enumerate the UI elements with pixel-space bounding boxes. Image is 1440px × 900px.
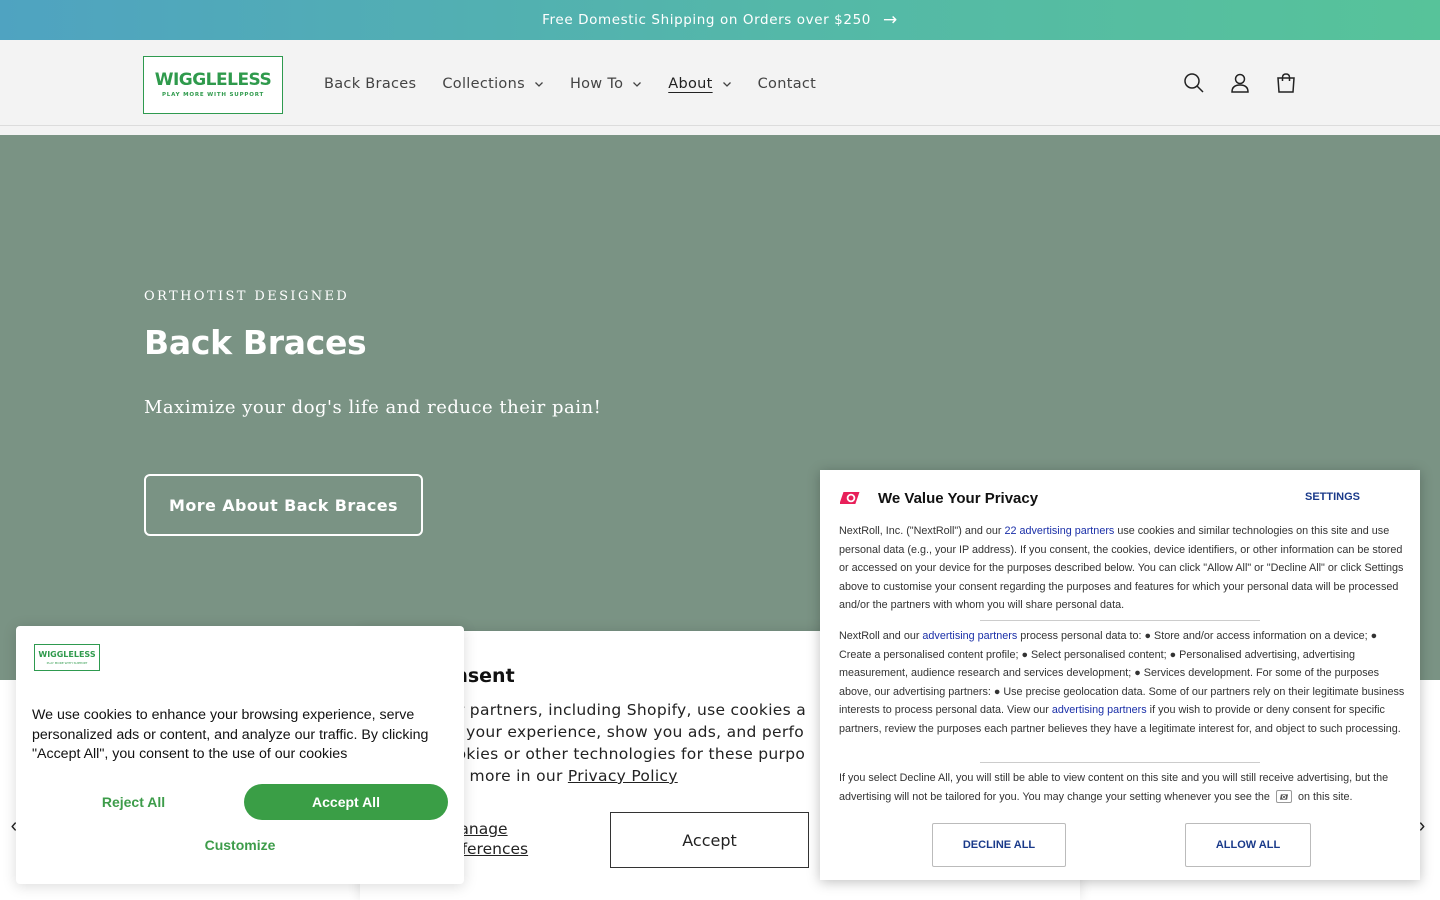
p1-text-b: use cookies and similar technologies on …	[839, 525, 1404, 611]
cookie-popup: WIGGLELESS PLAY MORE WITH SUPPORT We use…	[16, 626, 464, 884]
privacy-paragraph-2: NextRoll and our advertising partners pr…	[839, 627, 1405, 738]
chevron-down-icon	[722, 82, 731, 87]
decline-all-button[interactable]: DECLINE ALL	[932, 823, 1066, 867]
cart-icon[interactable]	[1273, 70, 1299, 96]
nav-label: How To	[569, 76, 624, 92]
site-logo[interactable]: WIGGLELESS PLAY MORE WITH SUPPORT	[143, 56, 283, 114]
nav-label: About	[668, 76, 713, 92]
chevron-down-icon	[633, 82, 642, 87]
divider	[980, 762, 1260, 763]
accept-all-button[interactable]: Accept All	[244, 784, 448, 820]
account-icon[interactable]	[1227, 70, 1253, 96]
reject-all-button[interactable]: Reject All	[32, 784, 235, 820]
consent-line: arn more in our Privacy Policy	[438, 765, 858, 787]
accept-button[interactable]: Accept	[610, 812, 809, 868]
privacy-title: We Value Your Privacy	[878, 490, 1039, 507]
nav-item-how-to[interactable]: How To	[557, 72, 655, 96]
hero-eyebrow: ORTHOTIST DESIGNED	[144, 289, 350, 304]
privacy-policy-link[interactable]: Privacy Policy	[568, 767, 678, 785]
p3-text-b: on this site.	[1297, 790, 1353, 803]
nextroll-privacy-dialog: We Value Your Privacy SETTINGS NextRoll,…	[820, 470, 1420, 880]
advertising-partners-link-2[interactable]: advertising partners	[1052, 704, 1147, 716]
consent-body: our partners, including Shopify, use coo…	[438, 699, 858, 787]
hero-title: Back Braces	[144, 323, 367, 362]
privacy-paragraph-1: NextRoll, Inc. ("NextRoll") and our 22 a…	[839, 522, 1405, 615]
nav-item-back-braces[interactable]: Back Braces	[311, 72, 429, 96]
settings-link[interactable]: SETTINGS	[1305, 491, 1360, 503]
more-about-back-braces-button[interactable]: More About Back Braces	[144, 474, 423, 536]
popup-logo-tagline: PLAY MORE WITH SUPPORT	[46, 660, 88, 665]
logo-tagline: PLAY MORE WITH SUPPORT	[161, 92, 265, 98]
search-icon[interactable]	[1181, 70, 1207, 96]
nav-label: Contact	[757, 76, 817, 92]
arrow-right-icon: →	[882, 9, 898, 30]
nav-item-contact[interactable]: Contact	[745, 72, 830, 96]
advertising-partners-count-link[interactable]: 22 advertising partners	[1004, 525, 1114, 537]
header-icons	[1181, 70, 1299, 96]
customize-button[interactable]: Customize	[32, 829, 448, 861]
nav-label: Collections	[442, 76, 525, 92]
nav-item-about[interactable]: About	[655, 72, 744, 96]
announcement-bar[interactable]: Free Domestic Shipping on Orders over $2…	[0, 0, 1440, 40]
nextroll-badge-icon[interactable]	[1275, 790, 1292, 804]
hero-subtitle: Maximize your dog's life and reduce thei…	[144, 397, 602, 418]
p1-text-a: NextRoll, Inc. ("NextRoll") and our	[839, 525, 1005, 537]
consent-line: our partners, including Shopify, use coo…	[438, 701, 807, 719]
logo-wordmark: WIGGLELESS	[154, 70, 272, 90]
consent-line: ize your experience, show you ads, and p…	[438, 723, 805, 741]
announcement-text: Free Domestic Shipping on Orders over $2…	[542, 12, 871, 28]
consent-line: cookies or other technologies for these …	[438, 745, 806, 763]
nav-item-collections[interactable]: Collections	[429, 72, 557, 96]
popup-logo-wordmark: WIGGLELESS	[38, 649, 96, 659]
p2-text-a: NextRoll and our	[839, 630, 923, 642]
nextroll-logo-icon	[840, 492, 860, 504]
privacy-paragraph-3: If you select Decline All, you will stil…	[839, 769, 1405, 806]
chevron-down-icon	[534, 82, 543, 87]
site-header: WIGGLELESS PLAY MORE WITH SUPPORT Back B…	[0, 40, 1440, 126]
nav-label: Back Braces	[324, 76, 417, 92]
main-nav: Back Braces Collections How To About Con…	[311, 72, 829, 96]
cookie-popup-text: We use cookies to enhance your browsing …	[32, 707, 429, 762]
popup-logo: WIGGLELESS PLAY MORE WITH SUPPORT	[34, 644, 100, 671]
advertising-partners-link[interactable]: advertising partners	[922, 630, 1017, 642]
allow-all-button[interactable]: ALLOW ALL	[1185, 823, 1311, 867]
divider	[980, 620, 1260, 621]
